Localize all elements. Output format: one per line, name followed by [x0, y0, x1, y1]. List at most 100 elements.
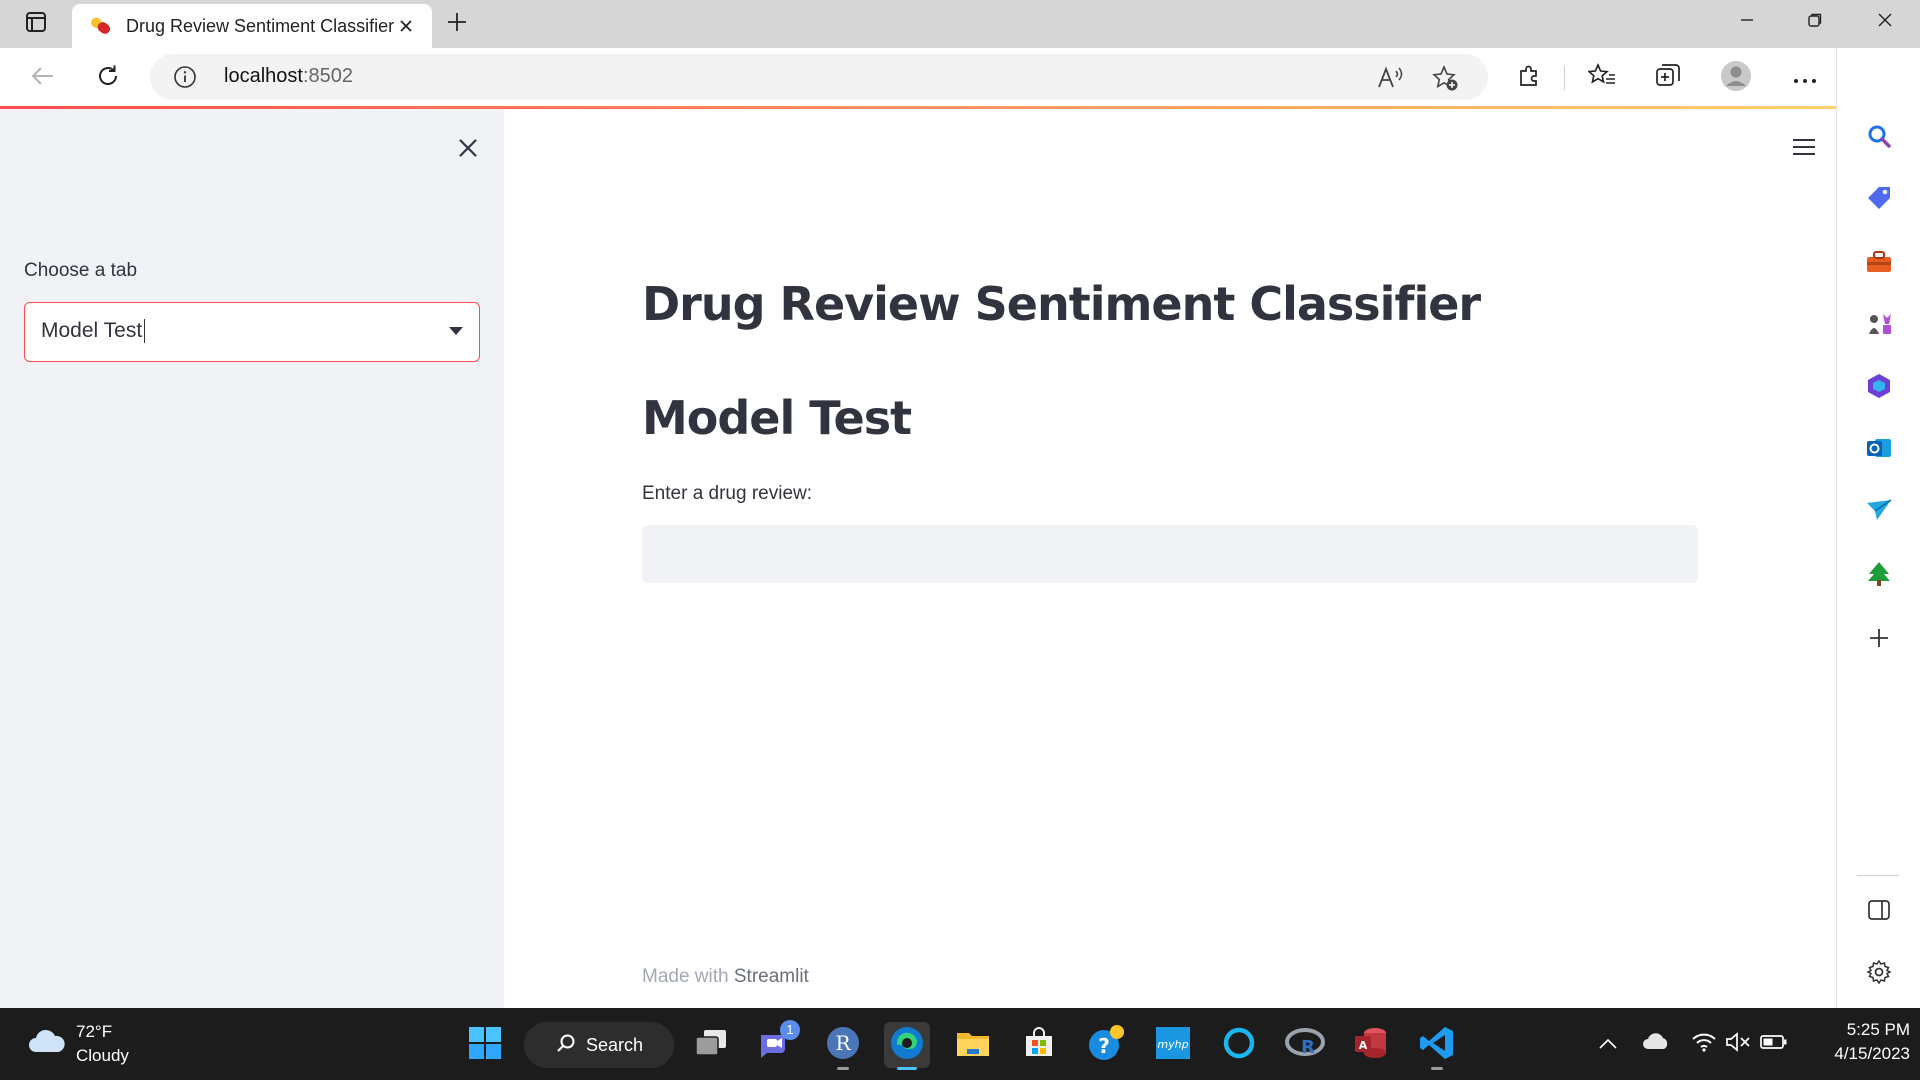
gear-icon — [1866, 959, 1892, 989]
edge-outlook-button[interactable] — [1861, 432, 1897, 468]
wifi-icon — [1691, 1031, 1717, 1057]
edge-microsoft365-button[interactable] — [1861, 370, 1897, 406]
show-hidden-icons-button[interactable] — [1594, 1030, 1622, 1058]
task-view-button[interactable] — [688, 1022, 734, 1068]
new-tab-button[interactable] — [442, 9, 472, 39]
more-horizontal-icon — [1793, 69, 1817, 88]
weather-widget[interactable]: 72°F Cloudy — [26, 1020, 176, 1068]
store-bag-icon — [1022, 1026, 1056, 1064]
cortana-button[interactable] — [1216, 1022, 1262, 1068]
extensions-button[interactable] — [1511, 60, 1547, 96]
battery-charging-icon — [1760, 1033, 1788, 1055]
teams-chat-button[interactable]: 1 — [752, 1020, 800, 1068]
vscode-button[interactable] — [1414, 1022, 1460, 1070]
add-favorite-icon[interactable] — [1430, 63, 1460, 93]
vscode-logo-icon — [1419, 1025, 1455, 1065]
windows-logo-icon — [468, 1026, 502, 1064]
svg-text:myhp: myhp — [1157, 1038, 1188, 1051]
system-clock[interactable]: 5:25 PM 4/15/2023 — [1806, 1020, 1910, 1064]
edge-search-button[interactable] — [1861, 120, 1897, 156]
edge-sidebar-add-button[interactable] — [1861, 622, 1897, 658]
minimize-button[interactable] — [1714, 0, 1780, 44]
clock-time: 5:25 PM — [1846, 1020, 1910, 1039]
tab-close-icon[interactable] — [394, 14, 418, 38]
battery-tray-button[interactable] — [1760, 1030, 1788, 1058]
back-button[interactable] — [24, 60, 60, 96]
windows-taskbar: 72°F Cloudy Search 1 R ? myhp R A 5:25 P… — [0, 1008, 1920, 1080]
streamlit-link[interactable]: Streamlit — [734, 966, 809, 987]
file-explorer-button[interactable] — [950, 1022, 996, 1068]
microsoft-store-button[interactable] — [1016, 1022, 1062, 1068]
collections-icon — [1654, 62, 1682, 94]
microsoft365-icon — [1865, 372, 1893, 404]
footer: Made with Streamlit — [642, 966, 809, 988]
folder-icon — [955, 1027, 991, 1063]
svg-text:?: ? — [1098, 1034, 1110, 1058]
browser-tab-strip: Drug Review Sentiment Classifier — [0, 0, 1920, 48]
tab-actions-button[interactable] — [14, 9, 58, 39]
sidebar-settings-button[interactable] — [1861, 956, 1897, 992]
info-icon[interactable] — [172, 64, 198, 90]
settings-more-button[interactable] — [1787, 60, 1823, 96]
volume-tray-button[interactable] — [1724, 1030, 1752, 1058]
access-logo-icon: A — [1353, 1025, 1389, 1065]
streamlit-main: Drug Review Sentiment Classifier Model T… — [504, 109, 1836, 1008]
myhp-button[interactable]: myhp — [1150, 1022, 1196, 1068]
volume-muted-icon — [1725, 1031, 1751, 1057]
chess-icon — [1865, 310, 1893, 342]
r-app-button[interactable]: R — [820, 1022, 866, 1070]
start-button[interactable] — [462, 1022, 508, 1068]
edge-sidebar-divider — [1857, 875, 1899, 876]
collections-button[interactable] — [1650, 60, 1686, 96]
url-text[interactable]: localhost:8502 — [224, 65, 353, 88]
profile-button[interactable] — [1718, 60, 1754, 96]
review-input-label: Enter a drug review: — [642, 483, 813, 504]
cortana-ring-icon — [1221, 1025, 1257, 1065]
wifi-tray-button[interactable] — [1690, 1030, 1718, 1058]
minimize-icon — [1739, 12, 1755, 32]
review-text-input[interactable] — [642, 525, 1698, 583]
svg-text:A: A — [1359, 1039, 1368, 1052]
streamlit-sidebar: Choose a tab Model Test — [0, 109, 504, 1008]
avatar — [1720, 60, 1752, 96]
r-logo-icon: R — [825, 1025, 861, 1065]
chevron-up-icon — [1598, 1035, 1618, 1054]
edge-games-button[interactable] — [1861, 308, 1897, 344]
edge-tools-button[interactable] — [1861, 246, 1897, 282]
restore-button[interactable] — [1782, 0, 1848, 44]
toolbox-icon — [1865, 249, 1893, 279]
edge-tree-button[interactable] — [1861, 558, 1897, 594]
edge-sidebar — [1836, 48, 1920, 1008]
tree-icon — [1865, 560, 1893, 592]
rstudio-button[interactable]: R — [1282, 1022, 1328, 1068]
onedrive-tray-button[interactable] — [1642, 1030, 1670, 1058]
browser-tab-active[interactable]: Drug Review Sentiment Classifier — [72, 4, 432, 48]
weather-temperature: 72°F — [76, 1022, 113, 1041]
taskbar-search-label: Search — [586, 1034, 644, 1055]
task-view-icon — [693, 1028, 729, 1062]
running-indicator — [897, 1067, 917, 1070]
caret-down-icon — [449, 327, 463, 335]
taskbar-search[interactable]: Search — [524, 1022, 674, 1068]
sidebar-close-button[interactable] — [452, 134, 484, 166]
access-button[interactable]: A — [1348, 1022, 1394, 1068]
arrow-left-icon — [29, 65, 55, 91]
outlook-icon — [1865, 434, 1893, 466]
address-bar[interactable]: localhost:8502 — [150, 54, 1488, 100]
browser-toolbar: localhost:8502 — [0, 48, 1920, 106]
hide-sidebar-button[interactable] — [1861, 894, 1897, 930]
edge-shopping-button[interactable] — [1861, 182, 1897, 218]
close-window-button[interactable] — [1852, 0, 1918, 44]
cloud-icon — [26, 1028, 66, 1060]
edge-drop-button[interactable] — [1861, 494, 1897, 530]
tab-title: Drug Review Sentiment Classifier — [126, 15, 395, 36]
paper-plane-icon — [1865, 497, 1893, 527]
main-menu-button[interactable] — [1786, 133, 1822, 165]
read-aloud-icon[interactable] — [1375, 63, 1405, 93]
refresh-icon — [95, 63, 121, 93]
favorites-button[interactable] — [1584, 60, 1620, 96]
refresh-button[interactable] — [90, 60, 126, 96]
get-help-button[interactable]: ? — [1084, 1022, 1130, 1068]
tab-select-dropdown[interactable]: Model Test — [24, 302, 480, 362]
edge-taskbar-button[interactable] — [884, 1022, 930, 1070]
